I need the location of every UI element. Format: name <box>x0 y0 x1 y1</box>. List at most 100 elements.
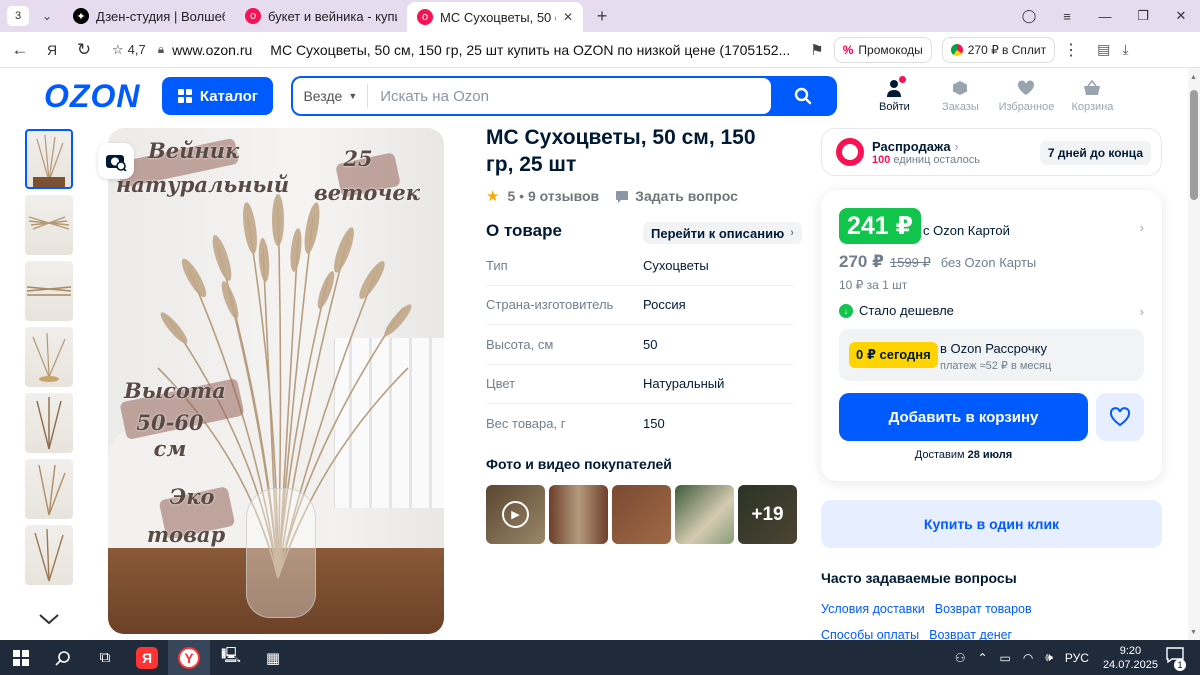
chevron-right-icon[interactable]: › <box>1140 304 1144 319</box>
browser-tab-search[interactable]: o букет и вейника - купить <box>235 0 407 32</box>
ozon-favicon-icon: o <box>417 9 433 25</box>
clock[interactable]: 9:20 24.07.2025 <box>1103 644 1158 672</box>
remote-desktop-icon[interactable]: 🖳︎ <box>210 640 252 675</box>
task-view-icon[interactable]: ⧉ <box>84 640 126 675</box>
notifications-icon[interactable]: 1 <box>1166 646 1188 671</box>
goto-description-button[interactable]: Перейти к описанию › <box>643 222 802 244</box>
box-icon <box>950 79 970 97</box>
chevron-right-icon[interactable]: › <box>1140 220 1144 235</box>
installment-block[interactable]: 0 ₽ сегодня в Ozon Рассрочку платеж ≈52 … <box>839 329 1144 381</box>
attribute-row: Цвет Натуральный <box>486 365 794 404</box>
buy-one-click-button[interactable]: Купить в один клик <box>821 500 1162 548</box>
profile-icon[interactable]: ◯ <box>1010 8 1048 24</box>
calculator-app-icon[interactable]: ▦ <box>252 640 294 675</box>
search-icon[interactable] <box>42 640 84 675</box>
search-button[interactable] <box>771 78 835 114</box>
installment-monthly: платеж ≈52 ₽ в месяц <box>940 360 1052 372</box>
menu-icon[interactable]: ≡ <box>1048 9 1086 24</box>
sale-banner[interactable]: Распродажа › 100 единиц осталось 7 дней … <box>821 128 1162 176</box>
reload-icon[interactable]: ↻ <box>68 40 100 60</box>
downloads-icon[interactable]: ⤓ <box>1122 41 1128 58</box>
chevron-down-icon[interactable] <box>38 612 60 630</box>
attribute-value: Сухоцветы <box>643 257 709 273</box>
attribute-key: Вес товара, г <box>486 416 566 432</box>
dzen-favicon-icon: ✦ <box>73 8 89 24</box>
customer-video-thumbnail[interactable]: ▶ <box>486 485 545 544</box>
faq-heading: Часто задаваемые вопросы <box>821 570 1017 586</box>
regular-price-label: без Ozon Карты <box>940 255 1037 270</box>
chevron-up-icon[interactable]: ⌃ <box>977 651 987 665</box>
scrollbar-thumb[interactable] <box>1190 90 1198 200</box>
scroll-up-icon[interactable]: ▲ <box>1190 74 1197 81</box>
windows-start-icon[interactable] <box>0 640 42 675</box>
people-icon[interactable]: ⚇ <box>955 651 966 665</box>
ozon-logo[interactable]: OZON <box>44 78 140 115</box>
price-dropped-label[interactable]: ↓ Стало дешевле <box>839 303 954 318</box>
tabs-dropdown-icon[interactable]: ⌄ <box>35 6 59 26</box>
restore-icon[interactable]: ❐ <box>1124 8 1162 24</box>
yandex-browser-icon[interactable]: Y <box>168 640 210 675</box>
add-to-cart-button[interactable]: Добавить в корзину <box>839 393 1088 441</box>
split-button[interactable]: 270 ₽ в Сплит <box>941 36 1056 63</box>
thumbnail[interactable] <box>25 525 73 585</box>
customer-photo[interactable] <box>549 485 608 544</box>
close-window-icon[interactable]: ✕ <box>1162 8 1200 24</box>
new-tab-button[interactable]: + <box>591 5 613 27</box>
login-button[interactable]: Войти <box>861 76 927 113</box>
faq-link[interactable]: Условия доставки <box>821 602 925 616</box>
address-bar: ← Я ↻ ☆ 4,7 🔒︎ www.ozon.ru МС Сухоцветы,… <box>0 32 1200 68</box>
grid-icon <box>177 89 192 103</box>
extensions-icon[interactable]: ▤ <box>1097 41 1110 58</box>
image-search-button[interactable] <box>98 143 134 179</box>
regular-price: 270 ₽ <box>839 252 884 271</box>
orders-button[interactable]: Заказы <box>927 79 993 113</box>
more-vertical-icon[interactable]: ⋮ <box>1063 40 1079 60</box>
wifi-icon[interactable]: ◠ <box>1023 651 1033 665</box>
bookmark-icon[interactable]: ⚑ <box>810 41 823 59</box>
basket-icon <box>1082 79 1102 97</box>
installment-title: в Ozon Рассрочку <box>940 341 1047 356</box>
ask-question-button[interactable]: Задать вопрос <box>615 188 738 204</box>
thumbnail[interactable] <box>25 393 73 453</box>
scroll-down-icon[interactable]: ▼ <box>1190 629 1197 636</box>
arrow-down-icon: ↓ <box>839 303 853 318</box>
overlay-caption: Высота <box>124 378 226 403</box>
search-scope-select[interactable]: Везде ▼ <box>293 84 369 108</box>
attribute-value: 150 <box>643 416 665 432</box>
yandex-app-icon[interactable]: Я <box>126 640 168 675</box>
lock-icon[interactable]: 🔒︎ <box>158 42 164 57</box>
thumbnail[interactable] <box>25 261 73 321</box>
cart-button[interactable]: Корзина <box>1059 79 1125 113</box>
yandex-icon[interactable]: Я <box>36 42 68 58</box>
thumbnail[interactable] <box>25 129 73 189</box>
reviews-link[interactable]: 5 • 9 отзывов <box>507 188 599 204</box>
close-tab-icon[interactable]: ✕ <box>563 10 573 24</box>
more-photos-button[interactable]: +19 <box>738 485 797 544</box>
promo-codes-button[interactable]: % Промокоды <box>833 36 932 63</box>
back-arrow-icon[interactable]: ← <box>4 40 36 60</box>
url-page-title[interactable]: МС Сухоцветы, 50 см, 150 гр, 25 шт купит… <box>270 42 790 58</box>
add-to-favorites-button[interactable] <box>1096 393 1144 441</box>
card-price[interactable]: 241 ₽ <box>839 208 922 244</box>
browser-tab-active[interactable]: o МС Сухоцветы, 50 см, 1 ✕ <box>407 2 583 32</box>
thumbnail[interactable] <box>25 327 73 387</box>
tab-count-button[interactable]: 3 <box>7 6 29 26</box>
customer-photo[interactable] <box>675 485 734 544</box>
camera-search-icon <box>106 155 127 171</box>
site-rating[interactable]: ☆ 4,7 <box>112 42 146 58</box>
search-input[interactable] <box>368 87 772 105</box>
favorites-button[interactable]: Избранное <box>993 79 1059 113</box>
thumbnail[interactable] <box>25 459 73 519</box>
faq-link[interactable]: Возврат товаров <box>935 602 1032 616</box>
battery-icon[interactable]: ▭ <box>1000 651 1011 665</box>
customer-photo[interactable] <box>612 485 671 544</box>
minimize-icon[interactable]: — <box>1086 9 1124 24</box>
thumbnail[interactable] <box>25 195 73 255</box>
page-scrollbar[interactable]: ▲ ▼ <box>1188 68 1200 640</box>
main-product-image[interactable]: Вейник натуральный 25 веточек Высота 50-… <box>108 128 444 634</box>
catalog-button[interactable]: Каталог <box>162 77 274 115</box>
browser-tab-dzen[interactable]: ✦ Дзен-студия | Волшебств <box>63 0 235 32</box>
language-indicator[interactable]: РУС <box>1065 651 1089 665</box>
url-domain[interactable]: www.ozon.ru <box>172 42 252 58</box>
volume-icon[interactable]: 🕪︎ <box>1045 650 1053 665</box>
